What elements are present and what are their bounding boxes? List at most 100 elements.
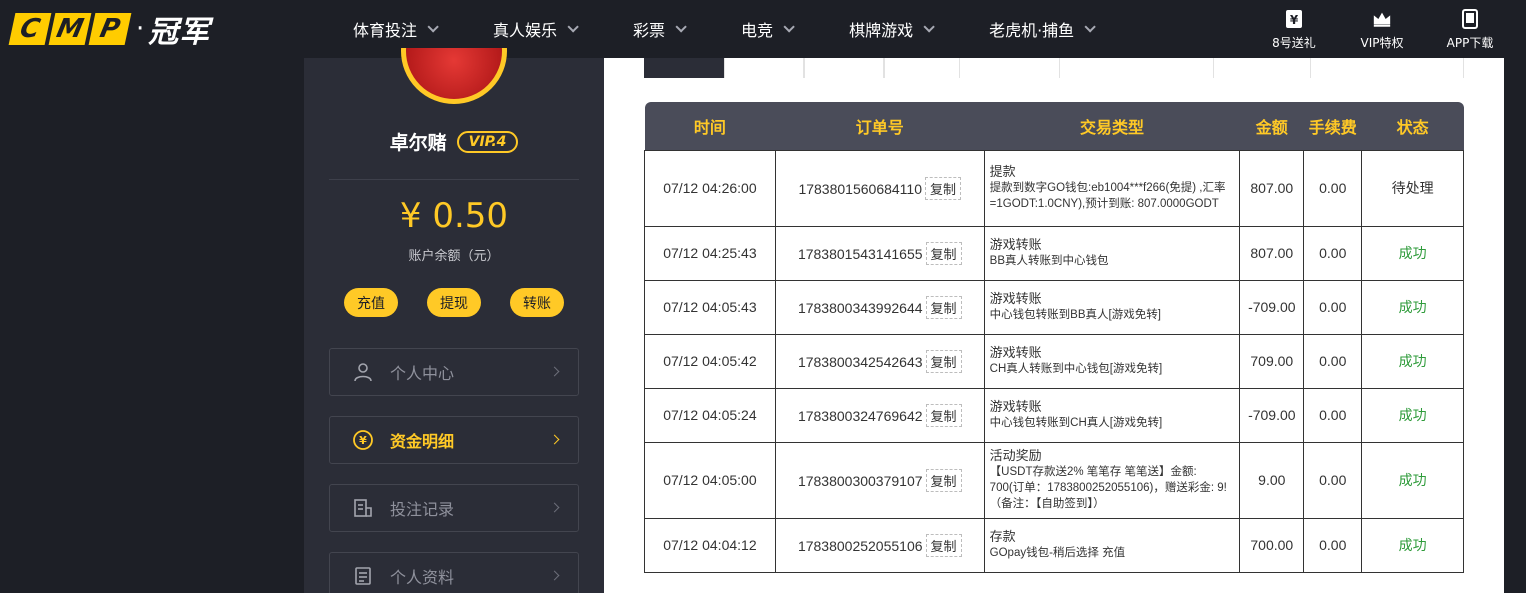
deposit-button[interactable]: 充值: [344, 288, 398, 317]
chevron-right-icon: [549, 366, 560, 377]
filter-tab-active[interactable]: [644, 58, 724, 80]
date-range-input[interactable]: [1059, 58, 1214, 80]
avatar[interactable]: [401, 48, 507, 104]
type-title: 游戏转账: [989, 237, 1042, 252]
table-row: 07/12 04:05:42 1783800342542643 复制 游戏转账 CH…: [644, 333, 1464, 389]
col-header-order: 订单号: [855, 119, 904, 137]
order-number: 1783800252055106: [797, 537, 923, 554]
brand-logo[interactable]: C M P · 冠军: [8, 12, 210, 50]
nav-lottery[interactable]: 彩票: [633, 17, 687, 41]
menu-item-bet-records[interactable]: 投注记录: [329, 484, 579, 532]
order-number: 1783801560684110: [798, 180, 922, 197]
gift-link[interactable]: ¥ 8号送礼: [1250, 8, 1338, 51]
nav-slots-fishing[interactable]: 老虎机·捕鱼: [989, 17, 1096, 41]
type-title: 提款: [989, 164, 1016, 179]
balance-amount: ¥ 0.50: [399, 196, 509, 236]
app-download-link[interactable]: APP下载: [1426, 8, 1514, 51]
cell-time: 07/12 04:04:12: [644, 517, 776, 573]
copy-button[interactable]: 复制: [925, 468, 962, 492]
gift-label: 8号送礼: [1272, 36, 1316, 50]
nav-card-games[interactable]: 棋牌游戏: [849, 17, 935, 41]
top-header: C M P · 冠军 体育投注 真人娱乐 彩票 电竞 棋牌游戏 老虎机·捕鱼 ¥…: [0, 0, 1526, 58]
cell-order: 1783800324769642 复制: [774, 387, 985, 443]
gift-icon: ¥: [1284, 8, 1304, 30]
transactions-table: 时间 订单号 交易类型 金额 手续费 状态 07/12 04:26:00 178…: [644, 102, 1464, 573]
nav-label: 老虎机·捕鱼: [989, 21, 1075, 40]
copy-button[interactable]: 复制: [925, 349, 962, 373]
chevron-down-icon: [783, 21, 795, 33]
type-desc: GOpay钱包-稍后选择 充值: [989, 547, 1126, 559]
vip-link[interactable]: VIP特权: [1338, 8, 1426, 51]
cell-amount: -709.00: [1239, 387, 1305, 443]
type-title: 存款: [989, 529, 1016, 544]
type-title: 游戏转账: [989, 399, 1042, 414]
menu-item-funds-detail[interactable]: ¥ 资金明细: [329, 416, 579, 464]
table-row: 07/12 04:25:43 1783801543141655 复制 游戏转账 BB…: [644, 225, 1464, 281]
cell-order: 1783800252055106 复制: [774, 517, 985, 573]
col-header-fee: 手续费: [1308, 119, 1357, 137]
logo-letters: C M P: [8, 13, 132, 45]
cell-fee: 0.00: [1303, 149, 1363, 227]
cell-time: 07/12 04:26:00: [644, 149, 776, 227]
type-desc: 【USDT存款送2% 笔笔存 笔笔送】金额: 700(订单：1783800252…: [989, 466, 1227, 510]
menu-item-profile[interactable]: 个人资料: [329, 552, 579, 593]
cell-type: 游戏转账 中心钱包转账到CH真人[游戏免转]: [983, 387, 1241, 443]
profile-doc-icon: [352, 565, 374, 587]
cell-type: 存款 GOpay钱包-稍后选择 充值: [983, 517, 1241, 573]
copy-button[interactable]: 复制: [925, 533, 962, 557]
nav-label: 彩票: [633, 21, 666, 40]
cell-fee: 0.00: [1303, 387, 1363, 443]
cell-order: 1783800342542643 复制: [774, 333, 985, 389]
nav-sports[interactable]: 体育投注: [353, 17, 439, 41]
type-desc: CH真人转账到中心钱包[游戏免转]: [989, 363, 1163, 375]
type-select[interactable]: [1310, 58, 1464, 80]
nav-label: 电竞: [741, 21, 774, 40]
logo-letter-p: P: [88, 13, 132, 45]
chevron-down-icon: [427, 21, 439, 33]
nav-live-casino[interactable]: 真人娱乐: [493, 17, 579, 41]
bet-record-icon: [352, 497, 374, 519]
col-header-type: 交易类型: [1079, 119, 1144, 137]
cell-status: 待处理: [1361, 149, 1464, 227]
cell-time: 07/12 04:25:43: [644, 225, 776, 281]
cell-amount: 9.00: [1239, 441, 1305, 519]
funds-detail-panel: 时间 订单号 交易类型 金额 手续费 状态 07/12 04:26:00 178…: [604, 78, 1504, 593]
cell-order: 1783800300379107 复制: [774, 441, 985, 519]
cell-time: 07/12 04:05:24: [644, 387, 776, 443]
cell-amount: 700.00: [1239, 517, 1305, 573]
copy-button[interactable]: 复制: [925, 403, 962, 427]
menu-item-personal-center[interactable]: 个人中心: [329, 348, 579, 396]
cell-amount: 807.00: [1239, 225, 1305, 281]
filter-tab[interactable]: [804, 58, 884, 80]
chevron-right-icon: [549, 434, 560, 445]
table-header-row: 时间 订单号 交易类型 金额 手续费 状态: [644, 102, 1464, 150]
cell-status: 成功: [1361, 387, 1464, 443]
menu-item-label: 投注记录: [390, 500, 455, 519]
menu-item-label: 资金明细: [390, 432, 455, 451]
logo-text: 冠军: [148, 15, 211, 50]
copy-button[interactable]: 复制: [925, 295, 962, 319]
copy-button[interactable]: 复制: [925, 241, 962, 265]
copy-button[interactable]: 复制: [925, 176, 962, 200]
cell-time: 07/12 04:05:43: [644, 279, 776, 335]
username-row: 卓尔赌 VIP.4: [304, 128, 604, 155]
cell-time: 07/12 04:05:00: [644, 441, 776, 519]
filter-tab[interactable]: [724, 58, 804, 80]
nav-esports[interactable]: 电竞: [741, 17, 795, 41]
transfer-button[interactable]: 转账: [510, 288, 564, 317]
username: 卓尔赌: [389, 132, 447, 154]
cell-status: 成功: [1361, 333, 1464, 389]
order-number: 1783800300379107: [797, 472, 923, 489]
svg-text:¥: ¥: [359, 434, 367, 447]
logo-letter-m: M: [48, 13, 92, 45]
svg-text:¥: ¥: [1290, 13, 1299, 27]
withdraw-button[interactable]: 提现: [427, 288, 481, 317]
account-sidebar: 卓尔赌 VIP.4 ¥ 0.50 账户余额（元） 充值 提现 转账 个人中心 ¥…: [304, 48, 604, 593]
nav-label: 体育投注: [353, 21, 418, 40]
divider: [329, 179, 579, 180]
order-number: 1783800343992644: [797, 299, 923, 316]
cell-amount: 807.00: [1239, 149, 1305, 227]
type-title: 活动奖励: [989, 448, 1042, 463]
menu-item-label: 个人资料: [390, 568, 455, 587]
filter-tab[interactable]: [884, 58, 960, 80]
